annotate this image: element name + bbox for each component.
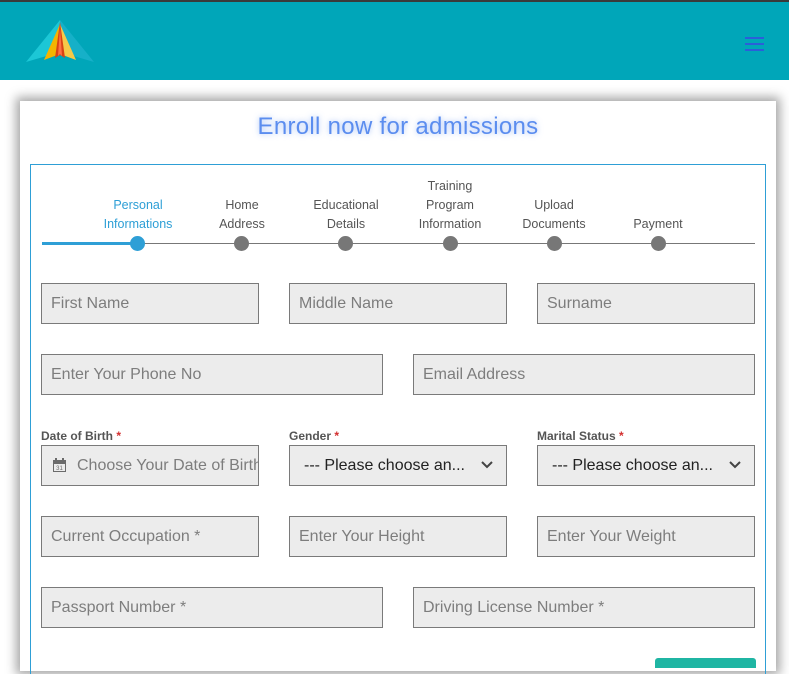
hamburger-menu-icon[interactable] — [745, 37, 764, 51]
step-label-line: Training — [427, 179, 473, 193]
step-label-line: Home — [225, 198, 259, 212]
step-dot-educational[interactable] — [338, 236, 353, 251]
step-label-line: Payment — [633, 217, 683, 231]
first-name-input[interactable] — [51, 295, 258, 313]
email-input[interactable] — [423, 366, 754, 384]
marital-label-text: Marital Status — [537, 429, 616, 443]
passport-field[interactable] — [41, 587, 383, 628]
step-label-line: Program — [426, 198, 474, 212]
license-field[interactable] — [413, 587, 755, 628]
step-dot-training[interactable] — [443, 236, 458, 251]
step-label-line: Information — [418, 217, 482, 231]
first-name-field[interactable] — [41, 283, 259, 324]
email-field[interactable] — [413, 354, 755, 395]
step-label-line: Details — [326, 217, 366, 231]
weight-field[interactable] — [537, 516, 755, 557]
passport-input[interactable] — [51, 599, 382, 617]
step-label-line: Educational — [313, 198, 379, 212]
marital-status-select[interactable]: --- Please choose an... — [537, 445, 755, 486]
progress-track-active — [42, 242, 138, 245]
site-header — [0, 2, 789, 80]
required-mark: * — [334, 429, 340, 443]
gender-label-text: Gender — [289, 429, 332, 443]
calendar-icon: 31 — [53, 458, 66, 472]
step-dot-upload[interactable] — [547, 236, 562, 251]
height-input[interactable] — [299, 528, 506, 546]
surname-field[interactable] — [537, 283, 755, 324]
chevron-down-icon — [729, 461, 741, 469]
height-field[interactable] — [289, 516, 507, 557]
step-educational-details[interactable]: Educational Details — [296, 196, 396, 234]
dob-field[interactable]: 31 — [41, 445, 259, 486]
marital-select-value: --- Please choose an... — [552, 457, 713, 474]
svg-text:31: 31 — [56, 466, 63, 472]
progress-track — [42, 243, 755, 244]
occupation-input[interactable] — [51, 528, 258, 546]
phone-field[interactable] — [41, 354, 383, 395]
weight-input[interactable] — [547, 528, 754, 546]
step-home-address[interactable]: Home Address — [192, 196, 292, 234]
step-training-program-information[interactable]: Training Program Information — [400, 177, 500, 234]
step-label-line: Documents — [522, 217, 586, 231]
step-dot-payment[interactable] — [651, 236, 666, 251]
step-label-line: Address — [219, 217, 265, 231]
gender-label: Gender * — [289, 429, 339, 443]
license-input[interactable] — [423, 599, 754, 617]
dob-label: Date of Birth * — [41, 429, 121, 443]
step-dot-home[interactable] — [234, 236, 249, 251]
step-personal-informations[interactable]: Personal Informations — [88, 196, 188, 234]
surname-input[interactable] — [547, 295, 754, 313]
middle-name-input[interactable] — [299, 295, 506, 313]
dob-label-text: Date of Birth — [41, 429, 113, 443]
phone-input[interactable] — [51, 366, 382, 384]
step-label-line: Personal — [113, 198, 163, 212]
chevron-down-icon — [481, 461, 493, 469]
middle-name-field[interactable] — [289, 283, 507, 324]
step-upload-documents[interactable]: Upload Documents — [504, 196, 604, 234]
step-dot-personal[interactable] — [130, 236, 145, 251]
step-label-line: Informations — [103, 217, 173, 231]
gender-select[interactable]: --- Please choose an... — [289, 445, 507, 486]
gender-select-value: --- Please choose an... — [304, 457, 465, 474]
required-mark: * — [619, 429, 624, 443]
paper-plane-logo[interactable] — [22, 18, 98, 64]
multistep-form: Personal Informations Home Address Educa… — [30, 164, 766, 674]
step-payment[interactable]: Payment — [608, 215, 708, 234]
dob-input[interactable] — [77, 446, 258, 485]
step-label-line: Upload — [534, 198, 574, 212]
marital-status-label: Marital Status * — [537, 429, 624, 443]
enrollment-card: Enroll now for admissions Personal Infor… — [20, 101, 776, 674]
required-mark: * — [116, 429, 122, 443]
form-title: Enroll now for admissions — [257, 113, 539, 140]
occupation-field[interactable] — [41, 516, 259, 557]
